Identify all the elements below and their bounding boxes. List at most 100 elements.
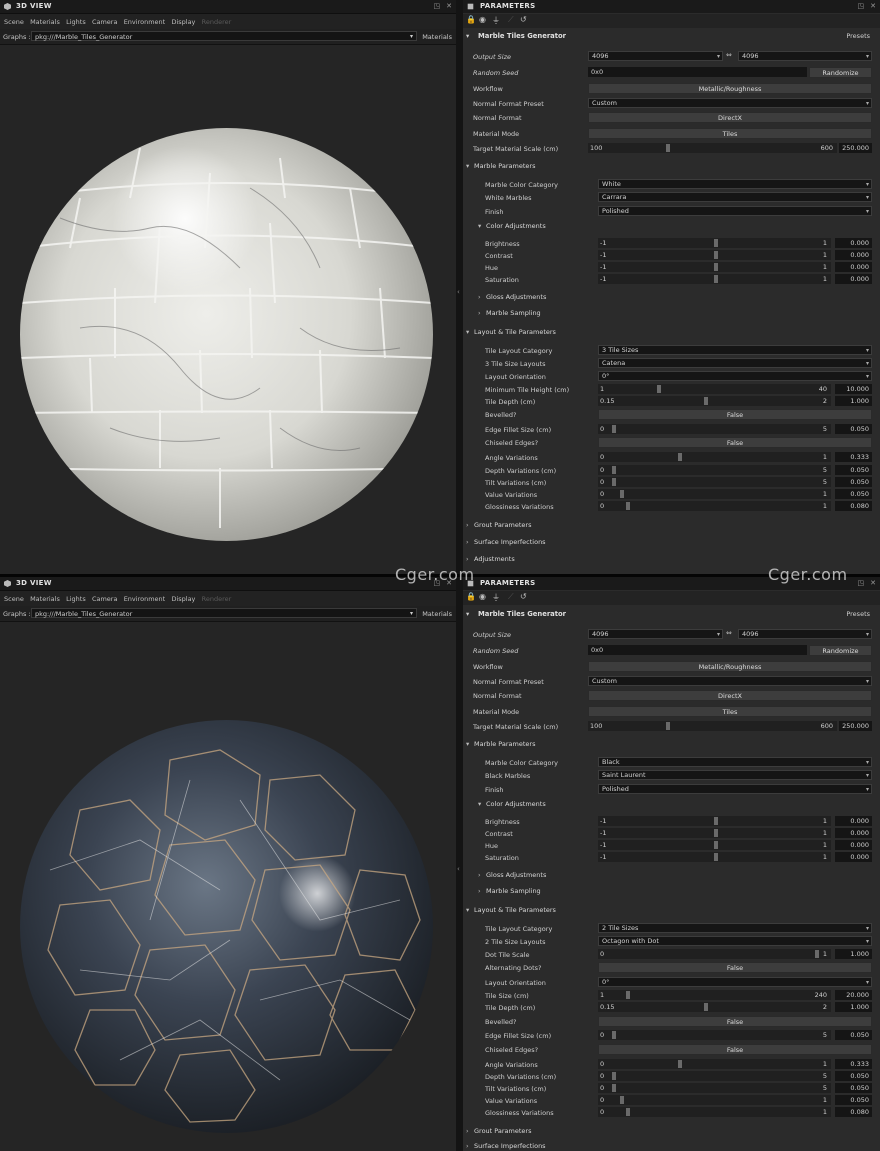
hue-value[interactable]: 0.000 [835, 262, 872, 272]
chevron-right-icon[interactable]: › [466, 1142, 474, 1150]
slider-handle[interactable] [714, 853, 718, 861]
menu-materials[interactable]: Materials [30, 18, 60, 26]
maximize-icon[interactable]: ◳ [434, 2, 441, 10]
material-mode-button[interactable]: Tiles [588, 706, 872, 717]
slider-handle[interactable] [714, 817, 718, 825]
reset-icon[interactable]: ↺ [520, 15, 527, 24]
chevron-right-icon[interactable]: › [478, 871, 486, 879]
angle-var-slider[interactable]: 01 [598, 1059, 831, 1069]
depth-var-value[interactable]: 0.050 [835, 465, 872, 475]
marble-sampling-section[interactable]: › Marble Sampling [463, 307, 880, 319]
saturation-value[interactable]: 0.000 [835, 274, 872, 284]
dot-scale-value[interactable]: 1.000 [835, 949, 872, 959]
slider-handle[interactable] [657, 385, 662, 393]
material-icon[interactable]: ◉ [479, 15, 486, 24]
size-layouts-dropdown[interactable]: Octagon with Dot ▾ [598, 936, 872, 946]
chevron-down-icon[interactable]: ▾ [466, 740, 474, 748]
close-icon[interactable]: ✕ [446, 2, 452, 10]
gloss-adjustments-section[interactable]: › Gloss Adjustments [463, 291, 880, 303]
target-scale-slider[interactable]: 100 600 [588, 143, 837, 153]
chevron-down-icon[interactable]: ▾ [478, 222, 486, 230]
randomize-button[interactable]: Randomize [809, 67, 872, 78]
layout-params-section[interactable]: ▾ Layout & Tile Parameters [463, 904, 880, 916]
menu-materials[interactable]: Materials [30, 595, 60, 603]
size-layouts-dropdown[interactable]: Catena ▾ [598, 358, 872, 368]
marble-params-section[interactable]: ▾ Marble Parameters [463, 738, 880, 750]
value-var-slider[interactable]: 01 [598, 489, 831, 499]
chevron-left-icon[interactable]: ‹ [457, 865, 460, 873]
gloss-var-slider[interactable]: 01 [598, 501, 831, 511]
presets-button[interactable]: Presets [846, 32, 870, 40]
surface-imperfections-section[interactable]: › Surface Imperfections [463, 536, 880, 548]
normal-preset-dropdown[interactable]: Custom ▾ [588, 98, 872, 108]
maximize-icon[interactable]: ◳ [858, 579, 865, 587]
chevron-right-icon[interactable]: › [478, 887, 486, 895]
normal-preset-dropdown[interactable]: Custom ▾ [588, 676, 872, 686]
dot-scale-slider[interactable]: 01 [598, 949, 831, 959]
tile-depth-slider[interactable]: 0.15 2 [598, 396, 831, 406]
marble-color-dropdown[interactable]: Black ▾ [598, 757, 872, 767]
contrast-slider[interactable]: -1 1 [598, 828, 831, 838]
marble-params-section[interactable]: ▾ Marble Parameters [463, 160, 880, 172]
menu-lights[interactable]: Lights [66, 18, 86, 26]
tile-depth-slider[interactable]: 0.15 2 [598, 1002, 831, 1012]
contrast-value[interactable]: 0.000 [835, 250, 872, 260]
layout-orientation-dropdown[interactable]: 0° ▾ [598, 977, 872, 987]
white-marble-sphere[interactable] [20, 128, 433, 541]
chevron-right-icon[interactable]: › [478, 293, 486, 301]
gloss-adjustments-section[interactable]: › Gloss Adjustments [463, 869, 880, 881]
angle-var-value[interactable]: 0.333 [835, 452, 872, 462]
marble-sampling-section[interactable]: › Marble Sampling [463, 885, 880, 897]
marbles-dropdown[interactable]: Saint Laurent ▾ [598, 770, 872, 780]
collapse-chevron-icon[interactable]: ▾ [466, 32, 469, 40]
slider-handle[interactable] [666, 722, 671, 730]
chiseled-toggle[interactable]: False [598, 437, 872, 448]
edge-fillet-value[interactable]: 0.050 [835, 424, 872, 434]
menu-renderer[interactable]: Renderer [202, 595, 232, 603]
slider-handle[interactable] [620, 1096, 625, 1104]
slider-handle[interactable] [714, 263, 718, 271]
slider-handle[interactable] [714, 251, 718, 259]
slider-handle[interactable] [612, 466, 617, 474]
grout-params-section[interactable]: › Grout Parameters [463, 519, 880, 531]
slider-handle[interactable] [612, 1084, 617, 1092]
gloss-var-slider[interactable]: 01 [598, 1107, 831, 1117]
slider-handle[interactable] [815, 950, 819, 958]
black-marble-sphere[interactable] [20, 720, 433, 1133]
target-scale-value[interactable]: 250.000 [839, 143, 872, 153]
pen-icon[interactable]: ⟋ [508, 592, 514, 602]
chevron-right-icon[interactable]: › [466, 521, 474, 529]
panel-splitter[interactable]: ‹ [456, 0, 463, 574]
brightness-slider[interactable]: -1 1 [598, 816, 831, 826]
edge-fillet-value[interactable]: 0.050 [835, 1030, 872, 1040]
filter-icon[interactable]: ⏚ [492, 592, 500, 603]
contrast-value[interactable]: 0.000 [835, 828, 872, 838]
slider-handle[interactable] [714, 841, 718, 849]
layout-orientation-dropdown[interactable]: 0° ▾ [598, 371, 872, 381]
random-seed-field[interactable]: 0x0 [588, 67, 807, 77]
material-mode-button[interactable]: Tiles [588, 128, 872, 139]
3d-viewport[interactable] [0, 622, 456, 1151]
slider-handle[interactable] [666, 144, 671, 152]
marbles-dropdown[interactable]: Carrara ▾ [598, 192, 872, 202]
hue-slider[interactable]: -1 1 [598, 840, 831, 850]
tile-depth-value[interactable]: 1.000 [835, 396, 872, 406]
hue-slider[interactable]: -1 1 [598, 262, 831, 272]
panel-splitter[interactable]: ‹ [456, 577, 463, 1151]
menu-display[interactable]: Display [171, 18, 195, 26]
slider-handle[interactable] [704, 397, 709, 405]
slider-handle[interactable] [620, 490, 625, 498]
hue-value[interactable]: 0.000 [835, 840, 872, 850]
layout-params-section[interactable]: ▾ Layout & Tile Parameters [463, 326, 880, 338]
materials-button[interactable]: Materials [422, 33, 452, 41]
normal-format-button[interactable]: DirectX [588, 112, 872, 123]
angle-var-value[interactable]: 0.333 [835, 1059, 872, 1069]
slider-handle[interactable] [626, 991, 631, 999]
depth-var-slider[interactable]: 05 [598, 1071, 831, 1081]
slider-handle[interactable] [612, 1072, 617, 1080]
menu-environment[interactable]: Environment [124, 595, 166, 603]
target-scale-value[interactable]: 250.000 [839, 721, 872, 731]
surface-imperfections-section[interactable]: › Surface Imperfections [463, 1140, 880, 1151]
pen-icon[interactable]: ⟋ [508, 15, 514, 25]
chevron-down-icon[interactable]: ▾ [466, 162, 474, 170]
